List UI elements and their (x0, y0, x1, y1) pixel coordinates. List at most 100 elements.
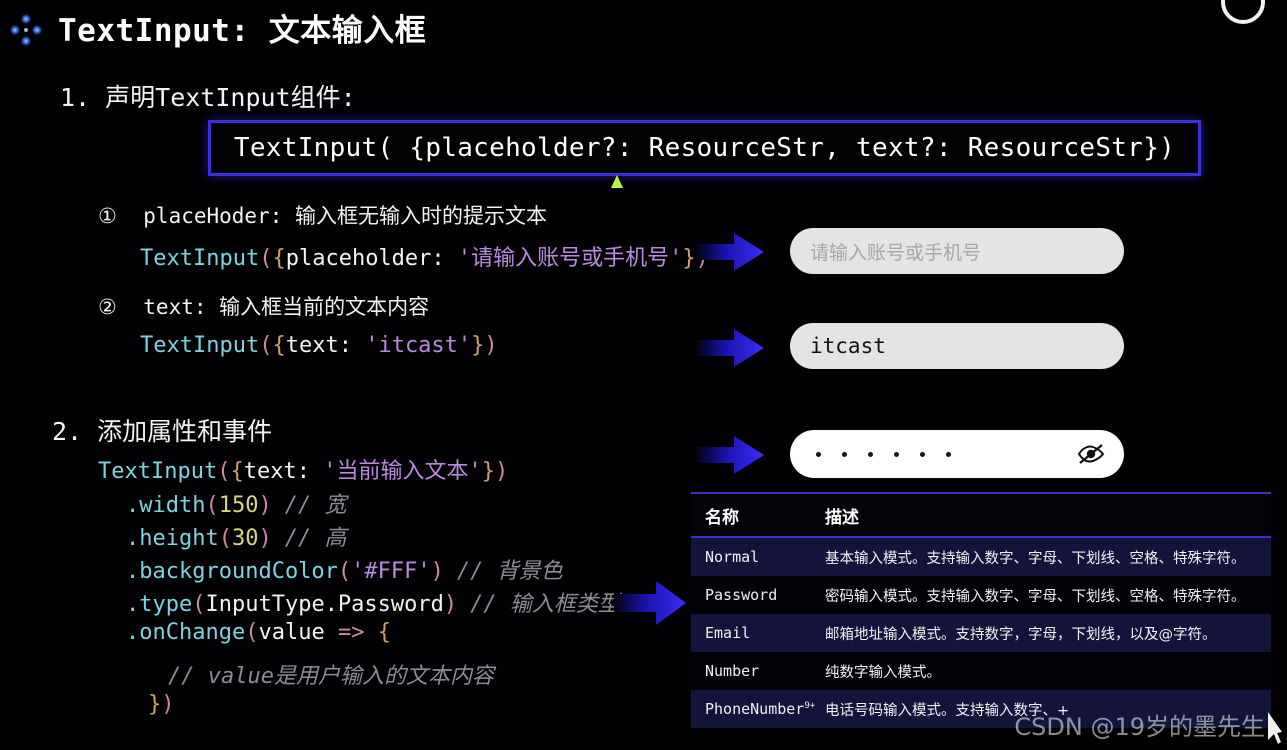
code-string: '请输入账号或手机号' (458, 246, 683, 271)
code-number: 150 (219, 493, 259, 518)
code-line-close: }) (148, 692, 175, 717)
code-method: .onChange (126, 620, 245, 645)
code-line-onchange: .onChange(value => { (126, 620, 391, 645)
right-arrow-icon (694, 231, 766, 273)
code-line-text-example: TextInput({text: 'itcast'}) (140, 333, 498, 358)
code-paren-close: ) (444, 592, 457, 617)
table-header-name: 名称 (691, 503, 825, 528)
code-string: '#FFF' (351, 559, 430, 584)
eye-off-icon[interactable] (1076, 442, 1106, 466)
table-cell-name-text: PhoneNumber (705, 700, 804, 718)
right-arrow-icon (694, 434, 766, 476)
code-fn: TextInput (140, 333, 259, 358)
code-string: 'itcast' (365, 333, 471, 358)
code-key: placeholder: (286, 246, 458, 271)
input-type-table: 名称 描述 Normal 基本输入模式。支持输入数字、字母、下划线、空格、特殊字… (691, 492, 1271, 728)
table-row: PhoneNumber9+ 电话号码输入模式。支持输入数字、+ (691, 690, 1271, 728)
code-line-background-color: .backgroundColor('#FFF') // 背景色 (126, 553, 563, 585)
table-cell-desc: 纯数字输入模式。 (825, 661, 1271, 682)
code-fn: TextInput (140, 246, 259, 271)
page-title: TextInput: 文本输入框 (58, 5, 426, 50)
code-paren-open: ( (259, 246, 272, 271)
code-comment: // 高 (285, 526, 347, 551)
code-paren-close: ) (431, 559, 444, 584)
table-row: Email 邮箱地址输入模式。支持数字，字母，下划线，以及@字符。 (691, 614, 1271, 652)
code-paren-open: ( (245, 620, 258, 645)
code-brace-close: } (471, 333, 484, 358)
code-brace-open: { (378, 620, 391, 645)
table-header-row: 名称 描述 (691, 494, 1271, 536)
code-arrow-op: => (325, 620, 378, 645)
component-signature-box: TextInput( {placeholder?: ResourceStr, t… (208, 120, 1201, 176)
table-cell-desc: 电话号码输入模式。支持输入数字、+ (825, 699, 1271, 720)
table-header-desc: 描述 (825, 503, 1271, 528)
bullet-number: ② (98, 295, 117, 319)
table-cell-desc: 邮箱地址输入模式。支持数字，字母，下划线，以及@字符。 (825, 623, 1271, 644)
section-two-heading: 2. 添加属性和事件 (52, 412, 272, 448)
right-arrow-icon (694, 327, 766, 369)
masked-value-dots (816, 452, 951, 457)
code-fn: TextInput (98, 459, 217, 484)
code-line-type: .type(InputType.Password) // 输入框类型 (126, 586, 620, 618)
table-row: Normal 基本输入模式。支持输入数字、字母、下划线、空格、特殊字符。 (691, 538, 1271, 576)
input-value-text: itcast (810, 334, 886, 358)
code-paren-open: ( (205, 493, 218, 518)
code-line-constructor: TextInput({text: '当前输入文本'}) (98, 453, 508, 485)
code-key: text: (286, 333, 365, 358)
code-comment: // 输入框类型 (470, 592, 620, 617)
placeholder-preview-input[interactable]: 请输入账号或手机号 (790, 228, 1124, 274)
table-row: Password 密码输入模式。支持输入数字、字母、下划线、空格、特殊字符。 (691, 576, 1271, 614)
code-paren-open: ( (338, 559, 351, 584)
diamond-dots-icon (6, 10, 46, 50)
table-cell-name: Normal (691, 548, 825, 566)
code-paren-open: ( (259, 333, 272, 358)
text-preview-input[interactable]: itcast (790, 323, 1124, 369)
bullet-item-1: ① placeHoder: 输入框无输入时的提示文本 (98, 200, 547, 230)
password-preview-input[interactable] (790, 430, 1124, 478)
component-signature-text: TextInput( {placeholder?: ResourceStr, t… (234, 133, 1175, 163)
table-cell-version-sup: 9+ (804, 701, 815, 711)
bullet-item-2: ② text: 输入框当前的文本内容 (98, 291, 429, 321)
code-brace-open: { (272, 246, 285, 271)
bullet-number: ① (98, 204, 117, 228)
table-cell-name: Number (691, 662, 825, 680)
code-brace-open: { (230, 459, 243, 484)
code-paren-close: ) (258, 526, 271, 551)
code-string: '当前输入文本' (323, 459, 482, 484)
code-line-placeholder-example: TextInput({placeholder: '请输入账号或手机号'}) (140, 240, 709, 272)
table-row: Number 纯数字输入模式。 (691, 652, 1271, 690)
section-one-heading: 1. 声明TextInput组件: (60, 78, 356, 114)
code-paren-close: ) (161, 692, 174, 717)
code-line-height: .height(30) // 高 (126, 520, 346, 552)
code-method: .backgroundColor (126, 559, 338, 584)
table-cell-name: Email (691, 624, 825, 642)
code-line-width: .width(150)// 宽 (126, 487, 346, 519)
bullet-label: placeHoder: 输入框无输入时的提示文本 (143, 204, 547, 228)
code-paren-open: ( (192, 592, 205, 617)
code-brace-open: { (272, 333, 285, 358)
code-method: .type (126, 592, 192, 617)
code-method: .height (126, 526, 219, 551)
mouse-cursor-icon (611, 175, 623, 188)
circle-ring-icon (1221, 0, 1265, 24)
placeholder-text: 请输入账号或手机号 (810, 238, 981, 265)
mouse-pointer-icon (1265, 710, 1283, 750)
table-cell-name: Password (691, 586, 825, 604)
table-cell-desc: 基本输入模式。支持输入数字、字母、下划线、空格、特殊字符。 (825, 547, 1271, 568)
table-cell-name: PhoneNumber9+ (691, 700, 825, 718)
table-cell-desc: 密码输入模式。支持输入数字、字母、下划线、空格、特殊字符。 (825, 585, 1271, 606)
right-arrow-icon (612, 578, 688, 628)
code-class-value: InputType.Password (205, 592, 443, 617)
code-key: text: (244, 459, 323, 484)
code-brace-close: } (482, 459, 495, 484)
code-comment: // 背景色 (457, 559, 563, 584)
code-param: value (258, 620, 324, 645)
code-method: .width (126, 493, 205, 518)
code-comment: // value是用户输入的文本内容 (168, 664, 494, 689)
code-number: 30 (232, 526, 259, 551)
code-paren-close: ) (258, 493, 271, 518)
bullet-label: text: 输入框当前的文本内容 (143, 295, 429, 319)
code-brace-close: } (148, 692, 161, 717)
code-paren-close: ) (495, 459, 508, 484)
code-paren-open: ( (219, 526, 232, 551)
